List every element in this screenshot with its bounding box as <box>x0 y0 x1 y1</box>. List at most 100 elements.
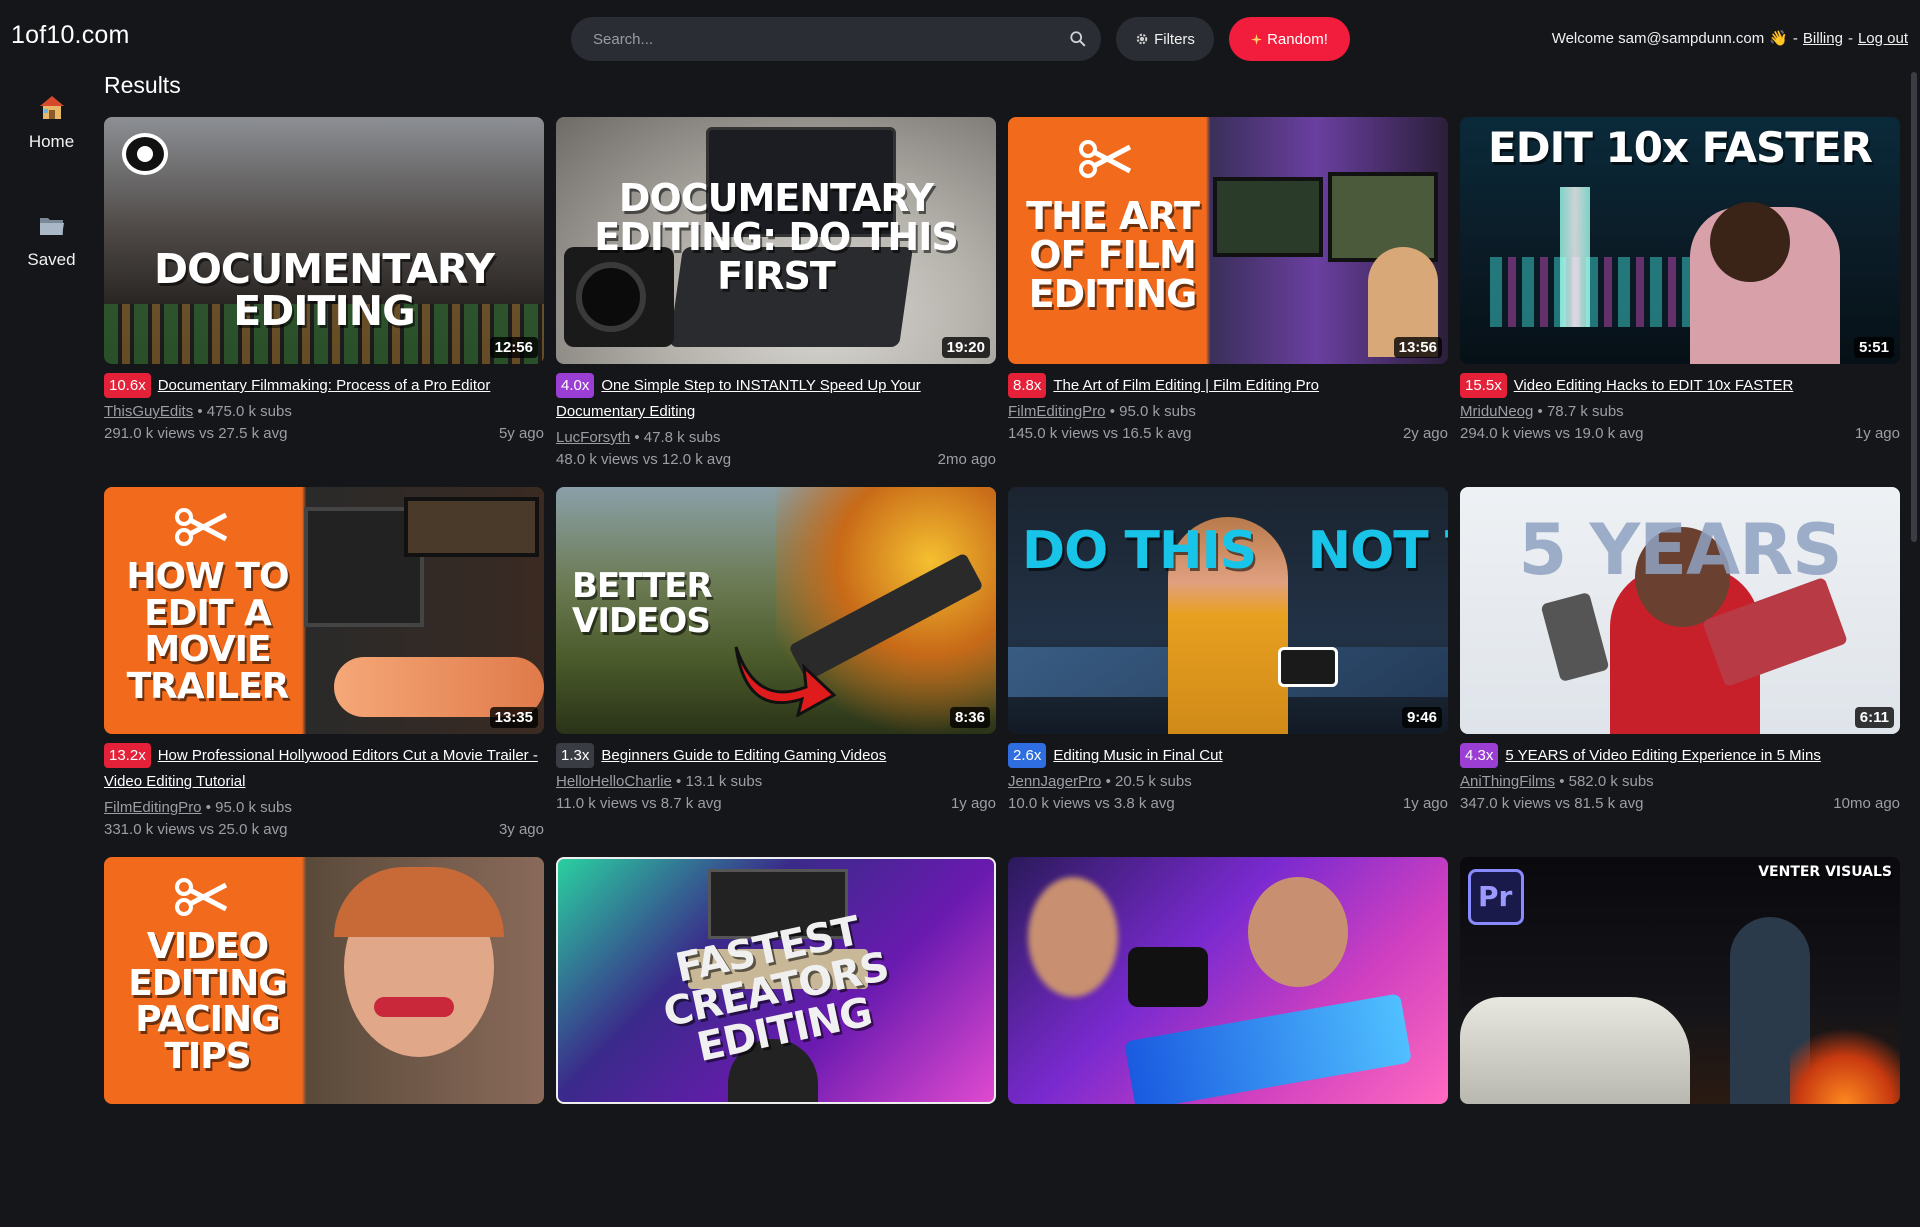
top-bar: 1of10.com Filters Random! Welcome sam@sa… <box>0 0 1920 76</box>
video-title-link[interactable]: One Simple Step to INSTANTLY Speed Up Yo… <box>556 377 921 420</box>
view-stats: 347.0 k views vs 81.5 k avg <box>1460 795 1644 812</box>
video-thumbnail[interactable]: 5 YEARS 6:11 <box>1460 487 1900 734</box>
channel-link[interactable]: AniThingFilms <box>1460 773 1555 790</box>
subscriber-count: 95.0 k subs <box>215 799 292 816</box>
welcome-text: Welcome sam@sampdunn.com <box>1551 29 1765 47</box>
scissors-icon <box>1079 140 1132 178</box>
video-duration: 6:11 <box>1854 707 1894 728</box>
results-grid: DOCUMENTARY EDITING 12:56 10.6x Documenta… <box>104 117 1904 1227</box>
scrollbar-thumb[interactable] <box>1911 72 1917 542</box>
video-thumbnail[interactable]: BETTER VIDEOS 8:36 <box>556 487 996 734</box>
video-card[interactable]: DO THIS NOT THIS 9:46 2.6x Editing Music … <box>1008 487 1448 857</box>
video-title-link[interactable]: The Art of Film Editing | Film Editing P… <box>1053 377 1319 394</box>
thumbnail-title: HOW TO EDIT A MOVIE TRAILER <box>126 556 289 708</box>
video-card[interactable]: EDIT 10x FASTER 5:51 15.5x Video Editing … <box>1460 117 1900 487</box>
video-card[interactable]: HOW TO EDIT A MOVIE TRAILER 13:35 13.2x H… <box>104 487 544 857</box>
video-title-link[interactable]: Documentary Filmmaking: Process of a Pro… <box>158 377 491 394</box>
scissors-icon <box>175 508 228 546</box>
view-stats: 10.0 k views vs 3.8 k avg <box>1008 795 1175 812</box>
outlier-badge: 4.0x <box>556 373 595 398</box>
video-title-link[interactable]: How Professional Hollywood Editors Cut a… <box>104 747 538 790</box>
video-thumbnail[interactable]: HOW TO EDIT A MOVIE TRAILER 13:35 <box>104 487 544 734</box>
sidebar-item-label: Home <box>28 132 75 151</box>
sidebar-item-saved[interactable]: Saved <box>0 194 103 312</box>
video-card[interactable]: VIDEO EDITING PACING TIPS <box>104 857 544 1227</box>
upload-age: 1y ago <box>1402 795 1448 812</box>
thumbnail-title: VIDEO EDITING PACING TIPS <box>128 926 288 1078</box>
site-logo[interactable]: 1of10.com <box>11 21 130 50</box>
sidebar-item-home[interactable]: Home <box>0 76 103 194</box>
video-thumbnail[interactable]: VIDEO EDITING PACING TIPS <box>104 857 544 1104</box>
thumbnail-title: THE ART OF FILM EDITING <box>1026 194 1200 316</box>
channel-link[interactable]: FilmEditingPro <box>1008 403 1106 420</box>
premiere-pro-icon: Pr <box>1468 869 1524 925</box>
outlier-badge: 8.8x <box>1008 373 1047 398</box>
view-stats: 11.0 k views vs 8.7 k avg <box>556 795 722 812</box>
channel-link[interactable]: JennJagerPro <box>1008 773 1101 790</box>
video-card[interactable] <box>1008 857 1448 1227</box>
separator: - <box>1792 29 1798 47</box>
video-thumbnail[interactable] <box>1008 857 1448 1104</box>
folder-icon <box>39 218 64 235</box>
video-title-link[interactable]: Editing Music in Final Cut <box>1053 747 1222 764</box>
channel-link[interactable]: FilmEditingPro <box>104 799 202 816</box>
search-input[interactable] <box>593 17 1053 61</box>
outlier-badge: 10.6x <box>104 373 151 398</box>
upload-age: 1y ago <box>1854 425 1900 442</box>
video-thumbnail[interactable]: EDIT 10x FASTER 5:51 <box>1460 117 1900 364</box>
video-duration: 19:20 <box>941 337 990 358</box>
upload-age: 2mo ago <box>937 451 996 468</box>
video-card[interactable]: BETTER VIDEOS 8:36 1.3x Beginners Guide t… <box>556 487 996 857</box>
upload-age: 3y ago <box>498 821 544 838</box>
filters-button[interactable]: Filters <box>1116 17 1214 61</box>
search-bar <box>571 17 1101 61</box>
billing-link[interactable]: Billing <box>1803 30 1843 47</box>
video-card[interactable]: Pr VENTER VISUALS <box>1460 857 1900 1227</box>
video-card[interactable]: 5 YEARS 6:11 4.3x 5 YEARS of Video Editin… <box>1460 487 1900 857</box>
outlier-badge: 1.3x <box>556 743 595 768</box>
random-button[interactable]: Random! <box>1229 17 1350 61</box>
channel-link[interactable]: LucForsyth <box>556 429 630 446</box>
logout-link[interactable]: Log out <box>1858 30 1908 47</box>
upload-age: 5y ago <box>498 425 544 442</box>
video-duration: 5:51 <box>1853 337 1894 358</box>
channel-link[interactable]: MriduNeog <box>1460 403 1533 420</box>
video-title-link[interactable]: Beginners Guide to Editing Gaming Videos <box>601 747 886 764</box>
video-duration: 13:56 <box>1393 337 1442 358</box>
video-card[interactable]: THE ART OF FILM EDITING 13:56 8.8x The Ar… <box>1008 117 1448 487</box>
subscriber-count: 95.0 k subs <box>1119 403 1196 420</box>
outlier-badge: 13.2x <box>104 743 151 768</box>
video-thumbnail[interactable]: DOCUMENTARY EDITING: DO THIS FIRST 19:20 <box>556 117 996 364</box>
search-icon[interactable] <box>1069 30 1087 48</box>
view-stats: 145.0 k views vs 16.5 k avg <box>1008 425 1192 442</box>
video-duration: 13:35 <box>489 707 538 728</box>
thumbnail-title: BETTER VIDEOS <box>572 566 713 641</box>
video-duration: 8:36 <box>949 707 990 728</box>
channel-link[interactable]: ThisGuyEdits <box>104 403 193 420</box>
subscriber-count: 13.1 k subs <box>685 773 763 790</box>
view-stats: 331.0 k views vs 25.0 k avg <box>104 821 288 838</box>
sidebar-item-label: Saved <box>27 250 76 269</box>
outlier-badge: 2.6x <box>1008 743 1047 768</box>
subscriber-count: 47.8 k subs <box>643 429 721 446</box>
gear-icon <box>1136 33 1148 45</box>
video-title-link[interactable]: 5 YEARS of Video Editing Experience in 5… <box>1505 747 1820 764</box>
thumbnail-title: DOCUMENTARY EDITING <box>154 245 495 335</box>
scrollbar[interactable] <box>1908 72 1920 542</box>
video-thumbnail[interactable]: THE ART OF FILM EDITING 13:56 <box>1008 117 1448 364</box>
thumbnail-title: 5 YEARS <box>1518 509 1842 591</box>
video-thumbnail[interactable]: FASTEST CREATORS EDITING <box>556 857 996 1104</box>
outlier-badge: 4.3x <box>1460 743 1499 768</box>
channel-link[interactable]: HelloHelloCharlie <box>556 773 672 790</box>
main-content: Results DOCUMENTARY EDITING 12:56 10.6x D… <box>104 72 1904 1227</box>
video-thumbnail[interactable]: DO THIS NOT THIS 9:46 <box>1008 487 1448 734</box>
video-title-link[interactable]: Video Editing Hacks to EDIT 10x FASTER <box>1514 377 1794 394</box>
video-card[interactable]: DOCUMENTARY EDITING: DO THIS FIRST 19:20… <box>556 117 996 487</box>
video-card[interactable]: DOCUMENTARY EDITING 12:56 10.6x Documenta… <box>104 117 544 487</box>
page-title: Results <box>104 72 181 98</box>
upload-age: 2y ago <box>1402 425 1448 442</box>
outlier-badge: 15.5x <box>1460 373 1507 398</box>
video-card[interactable]: FASTEST CREATORS EDITING <box>556 857 996 1227</box>
video-thumbnail[interactable]: DOCUMENTARY EDITING 12:56 <box>104 117 544 364</box>
video-thumbnail[interactable]: Pr VENTER VISUALS <box>1460 857 1900 1104</box>
